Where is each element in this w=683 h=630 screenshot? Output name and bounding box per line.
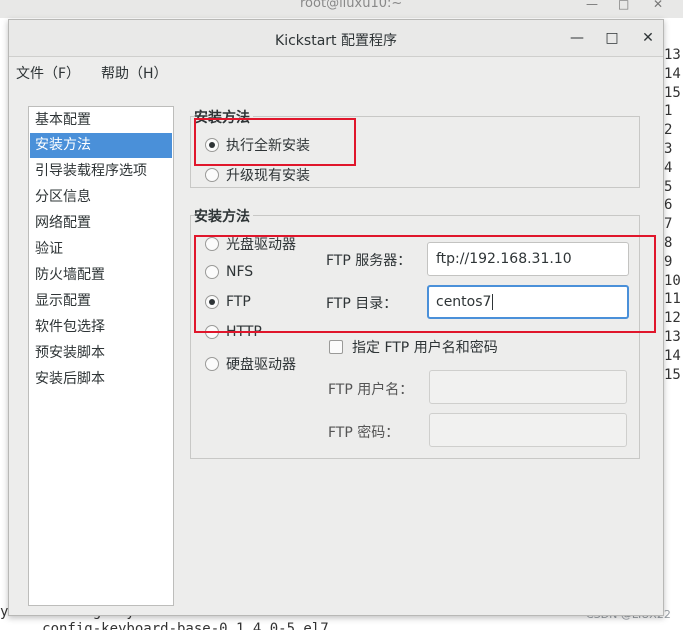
terminal-left-edge <box>0 199 8 215</box>
terminal-left-edge <box>0 408 8 424</box>
terminal-line-number: 2 <box>664 122 673 139</box>
annotation-box-ftp-settings <box>194 235 656 333</box>
terminal-minimize-icon[interactable]: — <box>586 0 598 11</box>
terminal-line-number: 5 <box>664 178 673 195</box>
terminal-titlebar: root@liuxu10:~ — □ ✕ <box>0 0 683 18</box>
sidebar-item-display[interactable]: 显示配置 <box>30 289 172 314</box>
menubar: 文件（F） 帮助（H） <box>9 58 663 86</box>
terminal-line-number: 6 <box>664 197 673 214</box>
terminal-left-edge <box>0 541 8 557</box>
terminal-line-number: 13 <box>664 47 681 63</box>
minimize-icon[interactable]: — <box>569 30 585 46</box>
terminal-line-number: 3 <box>664 141 673 157</box>
terminal-left-edge <box>0 465 8 481</box>
terminal-left-edge <box>0 522 8 538</box>
terminal-left-edge <box>0 560 8 576</box>
close-icon[interactable]: ✕ <box>640 30 656 46</box>
terminal-line-number: 15 <box>664 84 681 101</box>
terminal-maximize-icon[interactable]: □ <box>618 0 629 11</box>
terminal-line-number: 9 <box>664 253 673 270</box>
terminal-left-edge <box>0 85 8 101</box>
terminal-close-icon[interactable]: ✕ <box>653 0 663 11</box>
radio-upgrade-label: 升级现有安装 <box>226 168 310 184</box>
terminal-left-edge <box>0 389 8 405</box>
terminal-line-number: 7 <box>664 216 673 233</box>
checkbox-indicator[interactable] <box>329 340 343 354</box>
menu-file[interactable]: 文件（F） <box>16 63 80 83</box>
terminal-line-number: 14 <box>664 65 681 82</box>
sidebar-item-pre-script[interactable]: 预安装脚本 <box>30 341 172 366</box>
terminal-line-number: 4 <box>664 159 673 176</box>
terminal-line-number: 11 <box>664 291 681 308</box>
terminal-left-edge <box>0 332 8 348</box>
terminal-left-edge <box>0 484 8 500</box>
terminal-line-number: 1 <box>664 103 673 120</box>
terminal-line-number: 15 <box>664 366 681 383</box>
terminal-line-number: 14 <box>664 347 681 364</box>
annotation-box-fresh-install <box>194 118 356 166</box>
sidebar-item-basic[interactable]: 基本配置 <box>30 108 172 133</box>
terminal-line-number: 8 <box>664 235 673 251</box>
radio-indicator[interactable] <box>205 357 219 371</box>
terminal-line-number: 10 <box>664 272 681 289</box>
terminal-left-edge <box>0 275 8 291</box>
window-titlebar[interactable]: Kickstart 配置程序 — □ ✕ <box>9 20 663 57</box>
sidebar-item-partition[interactable]: 分区信息 <box>30 185 172 210</box>
category-list: 基本配置 安装方法 引导装载程序选项 分区信息 网络配置 验证 防火墙配置 显示… <box>28 106 174 606</box>
ftp-username-label: FTP 用户名： <box>328 382 414 398</box>
maximize-icon[interactable]: □ <box>604 30 620 46</box>
terminal-left-edge <box>0 161 8 177</box>
ftp-credentials-checkbox[interactable]: 指定 FTP 用户名和密码 <box>329 337 498 357</box>
radio-harddrive[interactable]: 硬盘驱动器 <box>205 354 296 374</box>
terminal-left-edge <box>0 237 8 253</box>
terminal-line-number: 13 <box>664 329 681 345</box>
sidebar-item-auth[interactable]: 验证 <box>30 237 172 262</box>
terminal-left-edge <box>0 446 8 462</box>
sidebar-item-packages[interactable]: 软件包选择 <box>30 315 172 340</box>
terminal-left-edge <box>0 503 8 519</box>
terminal-title: root@liuxu10:~ <box>300 0 403 11</box>
terminal-line-number: 12 <box>664 310 681 327</box>
terminal-left-edge <box>0 427 8 443</box>
terminal-left-edge <box>0 313 8 329</box>
sidebar-item-bootloader[interactable]: 引导装载程序选项 <box>30 159 172 184</box>
terminal-output-line: ...config-keyboard-base-0.1.4.0-5.el7 <box>0 621 329 630</box>
window-title: Kickstart 配置程序 <box>275 33 397 49</box>
sidebar-item-post-script[interactable]: 安装后脚本 <box>30 367 172 392</box>
sidebar-item-network[interactable]: 网络配置 <box>30 211 172 236</box>
ftp-username-input[interactable] <box>429 370 627 404</box>
ftp-password-input[interactable] <box>429 413 627 447</box>
terminal-left-edge <box>0 123 8 139</box>
menu-help[interactable]: 帮助（H） <box>101 63 168 83</box>
install-source-label: 安装方法 <box>194 206 253 226</box>
terminal-left-edge <box>0 218 8 234</box>
terminal-left-edge <box>0 294 8 310</box>
terminal-left-edge <box>0 351 8 367</box>
terminal-left-edge <box>0 142 8 158</box>
sidebar-item-install-method[interactable]: 安装方法 <box>30 133 172 158</box>
terminal-left-edge <box>0 256 8 272</box>
terminal-left-edge <box>0 180 8 196</box>
terminal-left-edge <box>0 47 8 63</box>
radio-upgrade[interactable]: 升级现有安装 <box>205 165 310 185</box>
ftp-password-label: FTP 密码： <box>328 425 400 441</box>
terminal-left-edge <box>0 104 8 120</box>
radio-indicator[interactable] <box>205 168 219 182</box>
terminal-left-edge <box>0 579 8 595</box>
sidebar-item-firewall[interactable]: 防火墙配置 <box>30 263 172 288</box>
ftp-credentials-label: 指定 FTP 用户名和密码 <box>352 340 498 356</box>
radio-harddrive-label: 硬盘驱动器 <box>226 357 296 373</box>
terminal-left-edge <box>0 66 8 82</box>
terminal-left-edge <box>0 370 8 386</box>
